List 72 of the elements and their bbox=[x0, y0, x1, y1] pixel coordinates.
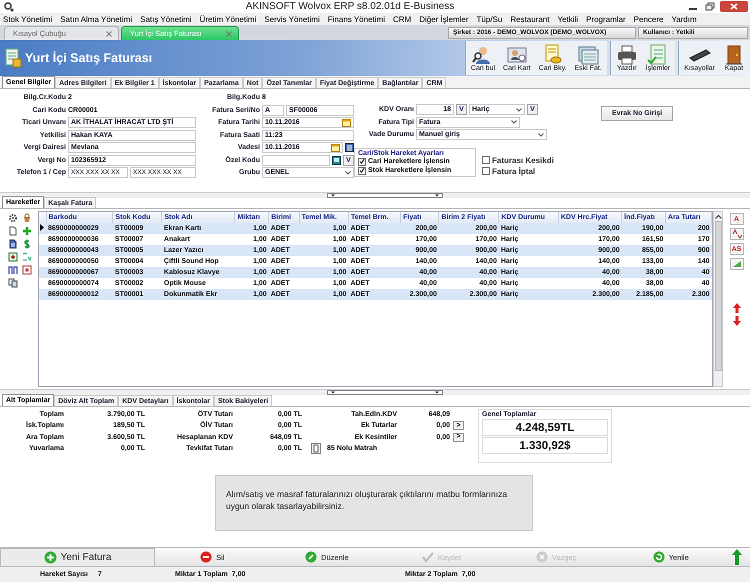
close-icon[interactable] bbox=[226, 30, 232, 36]
menu-item[interactable]: CRM bbox=[392, 14, 412, 24]
close-icon[interactable] bbox=[720, 1, 748, 12]
copy-icon[interactable] bbox=[8, 278, 18, 288]
caret-icon bbox=[538, 132, 544, 137]
dollar-icon[interactable] bbox=[22, 239, 32, 249]
menu-item[interactable]: Satış Yönetimi bbox=[140, 14, 192, 24]
printer-icon bbox=[616, 44, 638, 65]
down-arrow-icon[interactable] bbox=[732, 316, 740, 326]
cross-circle-icon bbox=[536, 551, 548, 563]
menu-item[interactable]: Yetkili bbox=[557, 14, 578, 24]
calendar-icon[interactable] bbox=[342, 118, 351, 128]
checkbox[interactable] bbox=[482, 156, 490, 164]
lookup-icon[interactable] bbox=[332, 156, 341, 165]
up-arrow-icon[interactable] bbox=[732, 549, 742, 565]
checkbox[interactable] bbox=[358, 158, 366, 166]
scroll-up-icon[interactable] bbox=[714, 214, 722, 219]
app-icon bbox=[4, 2, 14, 12]
document-icon[interactable] bbox=[8, 239, 18, 249]
caret-icon bbox=[511, 120, 517, 124]
plus-icon[interactable] bbox=[22, 226, 32, 236]
gear-icon[interactable] bbox=[8, 213, 18, 223]
pencil-circle-icon bbox=[305, 551, 318, 563]
splitter-handle[interactable] bbox=[327, 193, 443, 198]
up-arrow-icon[interactable] bbox=[732, 303, 740, 313]
grand-total-value: 4.248,59TL bbox=[482, 419, 608, 436]
bag-icon[interactable] bbox=[22, 213, 32, 223]
minus-circle-icon bbox=[200, 551, 212, 563]
calendar-grid-icon[interactable] bbox=[345, 143, 354, 152]
action-button[interactable]: Yeni Fatura bbox=[0, 548, 155, 566]
window-title: AKINSOFT Wolvox ERP s8.02.01d E-Business bbox=[244, 1, 456, 12]
triangle-icon[interactable] bbox=[730, 258, 744, 270]
menu-item[interactable]: Finans Yönetimi bbox=[328, 14, 385, 24]
checkbox[interactable] bbox=[358, 166, 366, 174]
check-icon bbox=[422, 551, 434, 563]
plus-circle-icon bbox=[44, 550, 57, 564]
checkbox-label[interactable]: Fatura İptal bbox=[492, 166, 536, 176]
checkbox-label[interactable]: Faturası Kesikdi bbox=[492, 156, 554, 164]
columns-icon[interactable] bbox=[8, 265, 18, 275]
add-page-icon[interactable] bbox=[8, 252, 18, 262]
menu-item[interactable]: Üretim Yönetimi bbox=[200, 14, 256, 24]
menu-item[interactable]: Yardım bbox=[671, 14, 697, 24]
menu-item[interactable]: Servis Yönetimi bbox=[264, 14, 320, 24]
text-field[interactable] bbox=[262, 154, 330, 166]
sort-icon[interactable] bbox=[730, 228, 744, 240]
caret-icon bbox=[516, 108, 522, 112]
scroll-thumb[interactable] bbox=[714, 221, 722, 371]
door-icon bbox=[723, 44, 745, 65]
menu-item[interactable]: Restaurant bbox=[510, 14, 550, 24]
menu-item[interactable]: Pencere bbox=[634, 14, 664, 24]
page-icon[interactable] bbox=[8, 226, 18, 236]
grand-total-value: 1.330,92$ bbox=[482, 437, 608, 454]
menu-item[interactable]: Satın Alma Yönetimi bbox=[60, 14, 132, 24]
caret-icon bbox=[345, 170, 351, 175]
refresh-circle-icon bbox=[652, 551, 665, 563]
calendar-icon[interactable] bbox=[331, 143, 340, 152]
scrollbar[interactable] bbox=[713, 211, 723, 387]
menu-item[interactable]: Tüp/Su bbox=[476, 14, 502, 24]
sheets-icon bbox=[577, 44, 600, 65]
document-icon[interactable] bbox=[311, 443, 321, 454]
page-title: Yurt İçi Satış Faturası bbox=[25, 51, 152, 65]
restore-icon[interactable] bbox=[703, 2, 717, 11]
menu-item[interactable]: Programlar bbox=[586, 14, 626, 24]
invoice-icon bbox=[4, 48, 22, 68]
splitter-handle[interactable] bbox=[327, 390, 443, 395]
frame-icon[interactable] bbox=[22, 265, 32, 275]
sort-text-icon[interactable] bbox=[22, 252, 32, 262]
info-message: Alım/satış ve masraf faturalarınızı oluşturarak çıktılarını matbu formlarınıza uygun olarak tasarlayabilirsiniz. bbox=[215, 475, 533, 531]
close-icon[interactable] bbox=[106, 30, 112, 36]
checkbox[interactable] bbox=[482, 167, 490, 175]
menu-item[interactable]: Stok Yönetimi bbox=[3, 14, 52, 24]
menu-item[interactable]: Diğer İşlemler bbox=[419, 14, 469, 24]
